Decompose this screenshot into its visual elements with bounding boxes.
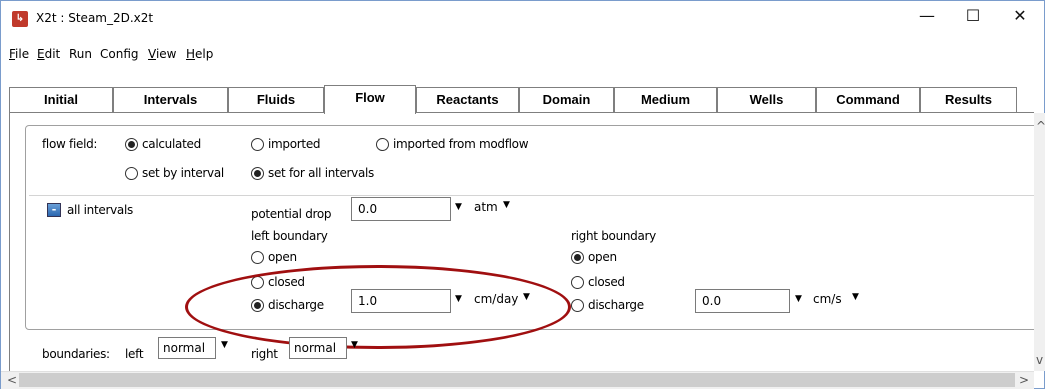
vertical-scrollbar[interactable] <box>1034 113 1045 371</box>
tab-results[interactable]: Results <box>920 87 1017 112</box>
menu-help[interactable]: Help <box>186 47 213 61</box>
menu-bar: File Edit Run Config View Help <box>1 45 1044 65</box>
potential-drop-unit[interactable]: atm <box>474 200 498 214</box>
right-discharge-label: discharge <box>588 298 644 312</box>
boundaries-left-label: left <box>125 347 144 361</box>
tab-command[interactable]: Command <box>816 87 920 112</box>
collapse-icon[interactable]: - <box>47 203 61 217</box>
window-title: X2t : Steam_2D.x2t <box>36 11 154 25</box>
left-boundary-type-select[interactable]: normal <box>158 337 216 359</box>
right-discharge-input[interactable]: 0.0 <box>695 289 790 313</box>
left-discharge-radio[interactable] <box>251 299 264 312</box>
tab-fluids[interactable]: Fluids <box>228 87 324 112</box>
scroll-right-icon[interactable]: > <box>1019 373 1029 387</box>
tab-reactants[interactable]: Reactants <box>416 87 519 112</box>
imported-from-modflow-label: imported from modflow <box>393 137 529 151</box>
right-discharge-unit[interactable]: cm/s <box>813 292 842 306</box>
imported-from-modflow-radio[interactable] <box>376 138 389 151</box>
left-closed-label: closed <box>268 275 305 289</box>
tab-strip: Initial Intervals Fluids Flow Reactants … <box>9 85 1034 114</box>
menu-run[interactable]: Run <box>69 47 92 61</box>
minimize-button[interactable]: — <box>904 1 950 33</box>
set-by-interval-radio[interactable] <box>125 167 138 180</box>
cm-day-dropdown-icon[interactable]: ▼ <box>523 292 530 302</box>
right-discharge-radio[interactable] <box>571 299 584 312</box>
left-discharge-dropdown-icon[interactable]: ▼ <box>455 294 462 304</box>
left-boundary-type-dropdown-icon[interactable]: ▼ <box>221 340 228 350</box>
scroll-left-icon[interactable]: < <box>7 373 17 387</box>
right-closed-radio[interactable] <box>571 276 584 289</box>
menu-edit[interactable]: Edit <box>37 47 60 61</box>
right-closed-label: closed <box>588 275 625 289</box>
title-bar: ↳ X2t : Steam_2D.x2t — ☐ ✕ <box>1 1 1044 37</box>
menu-file[interactable]: File <box>9 47 29 61</box>
right-open-label: open <box>588 250 617 264</box>
maximize-button[interactable]: ☐ <box>950 1 996 33</box>
app-window: ↳ X2t : Steam_2D.x2t — ☐ ✕ File Edit Run… <box>0 0 1045 389</box>
right-open-radio[interactable] <box>571 251 584 264</box>
tab-initial[interactable]: Initial <box>9 87 113 112</box>
tab-domain[interactable]: Domain <box>519 87 614 112</box>
left-open-radio[interactable] <box>251 251 264 264</box>
right-boundary-type-select[interactable]: normal <box>289 337 347 359</box>
x2t-app-icon[interactable]: ↳ <box>12 11 28 27</box>
horizontal-scroll-thumb[interactable] <box>19 373 1015 387</box>
left-discharge-label: discharge <box>268 298 324 312</box>
menu-view[interactable]: View <box>148 47 176 61</box>
right-discharge-dropdown-icon[interactable]: ▼ <box>795 294 802 304</box>
tab-intervals[interactable]: Intervals <box>113 87 228 112</box>
potential-drop-label: potential drop <box>251 207 332 221</box>
left-discharge-input[interactable]: 1.0 <box>351 289 451 313</box>
tab-wells[interactable]: Wells <box>717 87 816 112</box>
boundaries-label: boundaries: <box>42 347 110 361</box>
menu-config[interactable]: Config <box>100 47 139 61</box>
left-boundary-label: left boundary <box>251 229 328 243</box>
tab-medium[interactable]: Medium <box>614 87 717 112</box>
close-button[interactable]: ✕ <box>997 1 1043 33</box>
tab-flow[interactable]: Flow <box>324 85 416 114</box>
scroll-down-icon[interactable]: v <box>1036 353 1043 367</box>
boundaries-right-label: right <box>251 347 278 361</box>
calculated-radio[interactable] <box>125 138 138 151</box>
imported-label: imported <box>268 137 321 151</box>
calculated-label: calculated <box>142 137 201 151</box>
section-divider <box>29 195 1034 196</box>
cm-s-dropdown-icon[interactable]: ▼ <box>852 292 859 302</box>
set-by-interval-label: set by interval <box>142 166 224 180</box>
flow-settings-box <box>25 125 1038 330</box>
potential-drop-dropdown-icon[interactable]: ▼ <box>455 202 462 212</box>
set-for-all-intervals-radio[interactable] <box>251 167 264 180</box>
scroll-up-icon[interactable]: ^ <box>1036 119 1045 133</box>
left-discharge-unit[interactable]: cm/day <box>474 292 518 306</box>
flow-field-label: flow field: <box>42 137 98 151</box>
all-intervals-label: all intervals <box>67 203 133 217</box>
left-closed-radio[interactable] <box>251 276 264 289</box>
potential-drop-input[interactable]: 0.0 <box>351 197 451 221</box>
set-for-all-intervals-label: set for all intervals <box>268 166 375 180</box>
right-boundary-label: right boundary <box>571 229 656 243</box>
right-boundary-type-dropdown-icon[interactable]: ▼ <box>351 340 358 350</box>
atm-dropdown-icon[interactable]: ▼ <box>503 200 510 210</box>
left-open-label: open <box>268 250 297 264</box>
imported-radio[interactable] <box>251 138 264 151</box>
